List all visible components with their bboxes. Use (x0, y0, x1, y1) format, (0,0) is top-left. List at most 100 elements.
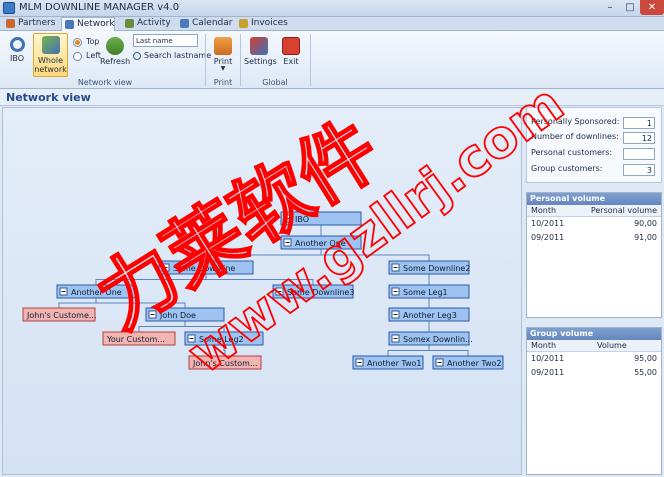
print-button[interactable]: Print ▼ (210, 34, 236, 72)
network-tree-canvas[interactable]: IBO Another One Some Downline Some Downline… (2, 107, 522, 475)
node-label: Another Leg3 (403, 311, 457, 320)
network-tree: IBO Another One Some Downline Some Downline… (22, 211, 504, 370)
invoices-icon (239, 19, 248, 28)
partner-node[interactable]: Some Leg2 (184, 331, 264, 346)
month-cell: 10/2011 (531, 219, 565, 228)
personally-sponsored-label: Personally Sponsored: (531, 117, 620, 126)
tree-connector (205, 274, 314, 285)
search-input[interactable] (133, 34, 198, 47)
value-cell: 95,00 (634, 354, 657, 363)
tab-strip: Partners Network Activity Calendar Invoi… (0, 17, 664, 32)
downlines-label: Number of downlines: (531, 132, 619, 141)
group-customers-label: Group customers: (531, 164, 603, 173)
partner-node[interactable]: Another Two1 (352, 355, 424, 370)
view-header: Network view (0, 89, 664, 106)
refresh-button[interactable]: Refresh (100, 34, 130, 66)
ibo-button[interactable]: IBO (4, 34, 30, 63)
column-header-month[interactable]: Month (531, 340, 556, 351)
partner-node[interactable]: Another Leg3 (388, 307, 470, 322)
search-lastname-button[interactable]: Search lastname (133, 51, 211, 60)
left-radio[interactable]: Left (73, 51, 101, 61)
node-label: Some Downline2 (403, 264, 470, 273)
whole-network-icon (41, 36, 60, 54)
customer-node[interactable]: Your Custom... (102, 331, 176, 346)
partner-node[interactable]: Another One (56, 284, 136, 299)
column-header-volume[interactable]: Volume (597, 340, 627, 351)
node-label: Your Custom... (106, 335, 165, 344)
group-separator (310, 34, 311, 86)
whole-network-label: Whole network (34, 56, 67, 74)
dropdown-arrow-icon: ▼ (220, 65, 226, 72)
minimize-button[interactable]: – (600, 0, 620, 15)
value-cell: 91,00 (634, 233, 657, 242)
tree-connector (428, 345, 469, 356)
tab-label: Invoices (251, 18, 288, 28)
table-row[interactable]: 10/2011 90,00 (527, 217, 661, 231)
partners-icon (6, 19, 15, 28)
group-volume-panel: Group volume Month Volume 10/2011 95,00 09… (526, 327, 662, 475)
month-cell: 09/2011 (531, 368, 565, 377)
tab-partners[interactable]: Partners (3, 17, 56, 31)
partner-node[interactable]: Some Downline3 (272, 284, 354, 299)
node-label: Some Leg2 (199, 335, 244, 344)
partner-node[interactable]: Another One (280, 235, 362, 250)
month-cell: 09/2011 (531, 233, 565, 242)
node-label: IBO (295, 215, 309, 224)
node-label: Somex Downlin... (403, 335, 473, 344)
customer-node[interactable]: John's Custome... (22, 307, 97, 322)
window-title: MLM DOWNLINE MANAGER v4.0 (19, 2, 180, 13)
group-separator (240, 34, 241, 86)
personal-volume-rows: 10/2011 90,00 09/2011 91,00 (527, 217, 661, 245)
partner-node[interactable]: Some Downline2 (388, 260, 470, 275)
partner-node[interactable]: IBO (280, 211, 362, 226)
refresh-icon (106, 37, 124, 55)
tab-label: Activity (137, 18, 171, 28)
node-label: Another Two1 (367, 359, 422, 368)
table-row[interactable]: 09/2011 91,00 (527, 231, 661, 245)
node-box (280, 211, 362, 226)
left-radio-dot (73, 52, 82, 61)
column-header-month[interactable]: Month (531, 205, 556, 216)
top-radio[interactable]: Top (73, 37, 100, 47)
table-row[interactable]: 10/2011 95,00 (527, 352, 661, 366)
customer-node[interactable]: John's Custom... (188, 355, 262, 370)
tree-connector (95, 298, 186, 308)
personal-volume-header: Month Personal volume (527, 205, 661, 217)
group-separator (205, 34, 206, 86)
node-label: Some Downline (173, 264, 235, 273)
tab-network[interactable]: Network (61, 17, 115, 32)
partner-node[interactable]: Another Two2 (432, 355, 504, 370)
group-volume-rows: 10/2011 95,00 09/2011 55,00 (527, 352, 661, 380)
personally-sponsored-value: 1 (623, 117, 655, 129)
printer-icon (214, 37, 232, 55)
tab-label: Calendar (192, 18, 233, 28)
close-button[interactable]: ✕ (640, 0, 664, 15)
tree-connector (184, 321, 225, 332)
column-header-personal-volume[interactable]: Personal volume (591, 205, 657, 216)
table-row[interactable]: 09/2011 55,00 (527, 366, 661, 380)
node-label: Another Two2 (447, 359, 502, 368)
group-customers-value: 3 (623, 164, 655, 176)
tab-label: Network (77, 19, 115, 29)
tab-calendar[interactable]: Calendar (177, 17, 235, 31)
whole-network-button[interactable]: Whole network (33, 33, 68, 77)
ribbon: IBO Whole network Top Left Refresh Searc… (0, 31, 664, 89)
partner-node[interactable]: Some Downline (158, 260, 254, 275)
node-label: John's Custome... (26, 311, 97, 320)
personal-volume-title: Personal volume (527, 193, 661, 205)
partner-node[interactable]: Some Leg1 (388, 284, 470, 299)
settings-button[interactable]: Settings (244, 34, 277, 66)
stats-panel: Personally Sponsored: 1 Number of downli… (526, 107, 662, 183)
network-view-group-label: Network view (77, 78, 133, 87)
node-label: Another One (71, 288, 122, 297)
ibo-search-icon (9, 37, 25, 52)
tab-invoices[interactable]: Invoices (236, 17, 292, 31)
partner-node[interactable]: John Doe (145, 307, 225, 322)
app-icon (3, 2, 15, 14)
exit-button[interactable]: Exit (280, 34, 302, 66)
node-label: Some Downline3 (287, 288, 354, 297)
month-cell: 10/2011 (531, 354, 565, 363)
partner-node[interactable]: Somex Downlin... (388, 331, 473, 346)
maximize-button[interactable]: □ (620, 0, 640, 15)
tab-activity[interactable]: Activity (122, 17, 175, 31)
